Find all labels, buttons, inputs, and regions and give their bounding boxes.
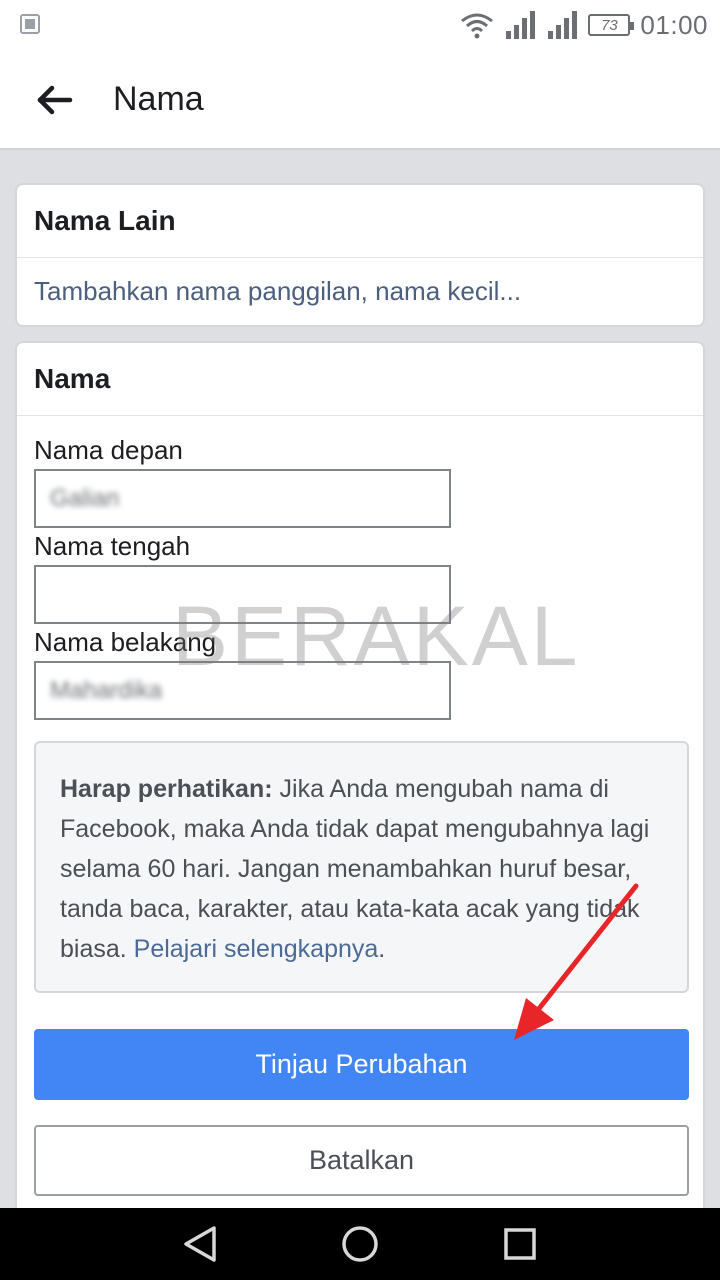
status-icons: 73 01:00 (460, 8, 708, 42)
middle-name-input[interactable] (34, 565, 451, 624)
status-bar: 73 01:00 (0, 0, 720, 50)
nav-back-button[interactable] (180, 1224, 220, 1264)
notice-suffix: . (378, 935, 386, 963)
signal-icon (506, 11, 536, 39)
home-circle-icon (342, 1226, 378, 1262)
back-button[interactable] (30, 78, 80, 122)
last-name-input[interactable]: Mahardika (34, 661, 451, 720)
cancel-button[interactable]: Batalkan (34, 1125, 689, 1196)
middle-name-label: Nama tengah (34, 531, 191, 561)
last-name-value: Mahardika (50, 676, 163, 704)
nav-home-button[interactable] (340, 1224, 380, 1264)
arrow-left-icon (37, 85, 73, 115)
nav-recents-button[interactable] (500, 1224, 540, 1264)
battery-icon: 73 (588, 14, 635, 36)
notice-bold-prefix: Harap perhatikan: (60, 775, 273, 803)
first-name-value: Galian (50, 484, 120, 512)
first-name-input[interactable]: Galian (34, 469, 451, 528)
last-name-label: Nama belakang (34, 627, 217, 657)
system-nav-bar (0, 1208, 720, 1280)
name-change-notice: Harap perhatikan: Jika Anda mengubah nam… (34, 741, 689, 993)
name-card: Nama Nama depan Galian Nama tengah Nama … (15, 341, 705, 1221)
name-section-title: Nama (17, 343, 703, 416)
page-title: Nama (113, 80, 204, 118)
first-name-label: Nama depan (34, 435, 183, 465)
back-triangle-icon (184, 1226, 216, 1262)
review-changes-button[interactable]: Tinjau Perubahan (34, 1029, 689, 1100)
clock: 01:00 (640, 9, 708, 40)
alt-names-title: Nama Lain (17, 185, 703, 258)
learn-more-link[interactable]: Pelajari selengkapnya (134, 935, 379, 963)
alt-names-card: Nama Lain Tambahkan nama panggilan, nama… (15, 183, 705, 327)
recents-square-icon (504, 1228, 536, 1260)
app-header: Nama (0, 50, 720, 150)
wifi-icon (461, 13, 494, 39)
gallery-icon (20, 14, 40, 34)
signal-icon (548, 11, 578, 39)
add-alt-name-link[interactable]: Tambahkan nama panggilan, nama kecil... (17, 258, 703, 307)
battery-level: 73 (601, 16, 618, 34)
